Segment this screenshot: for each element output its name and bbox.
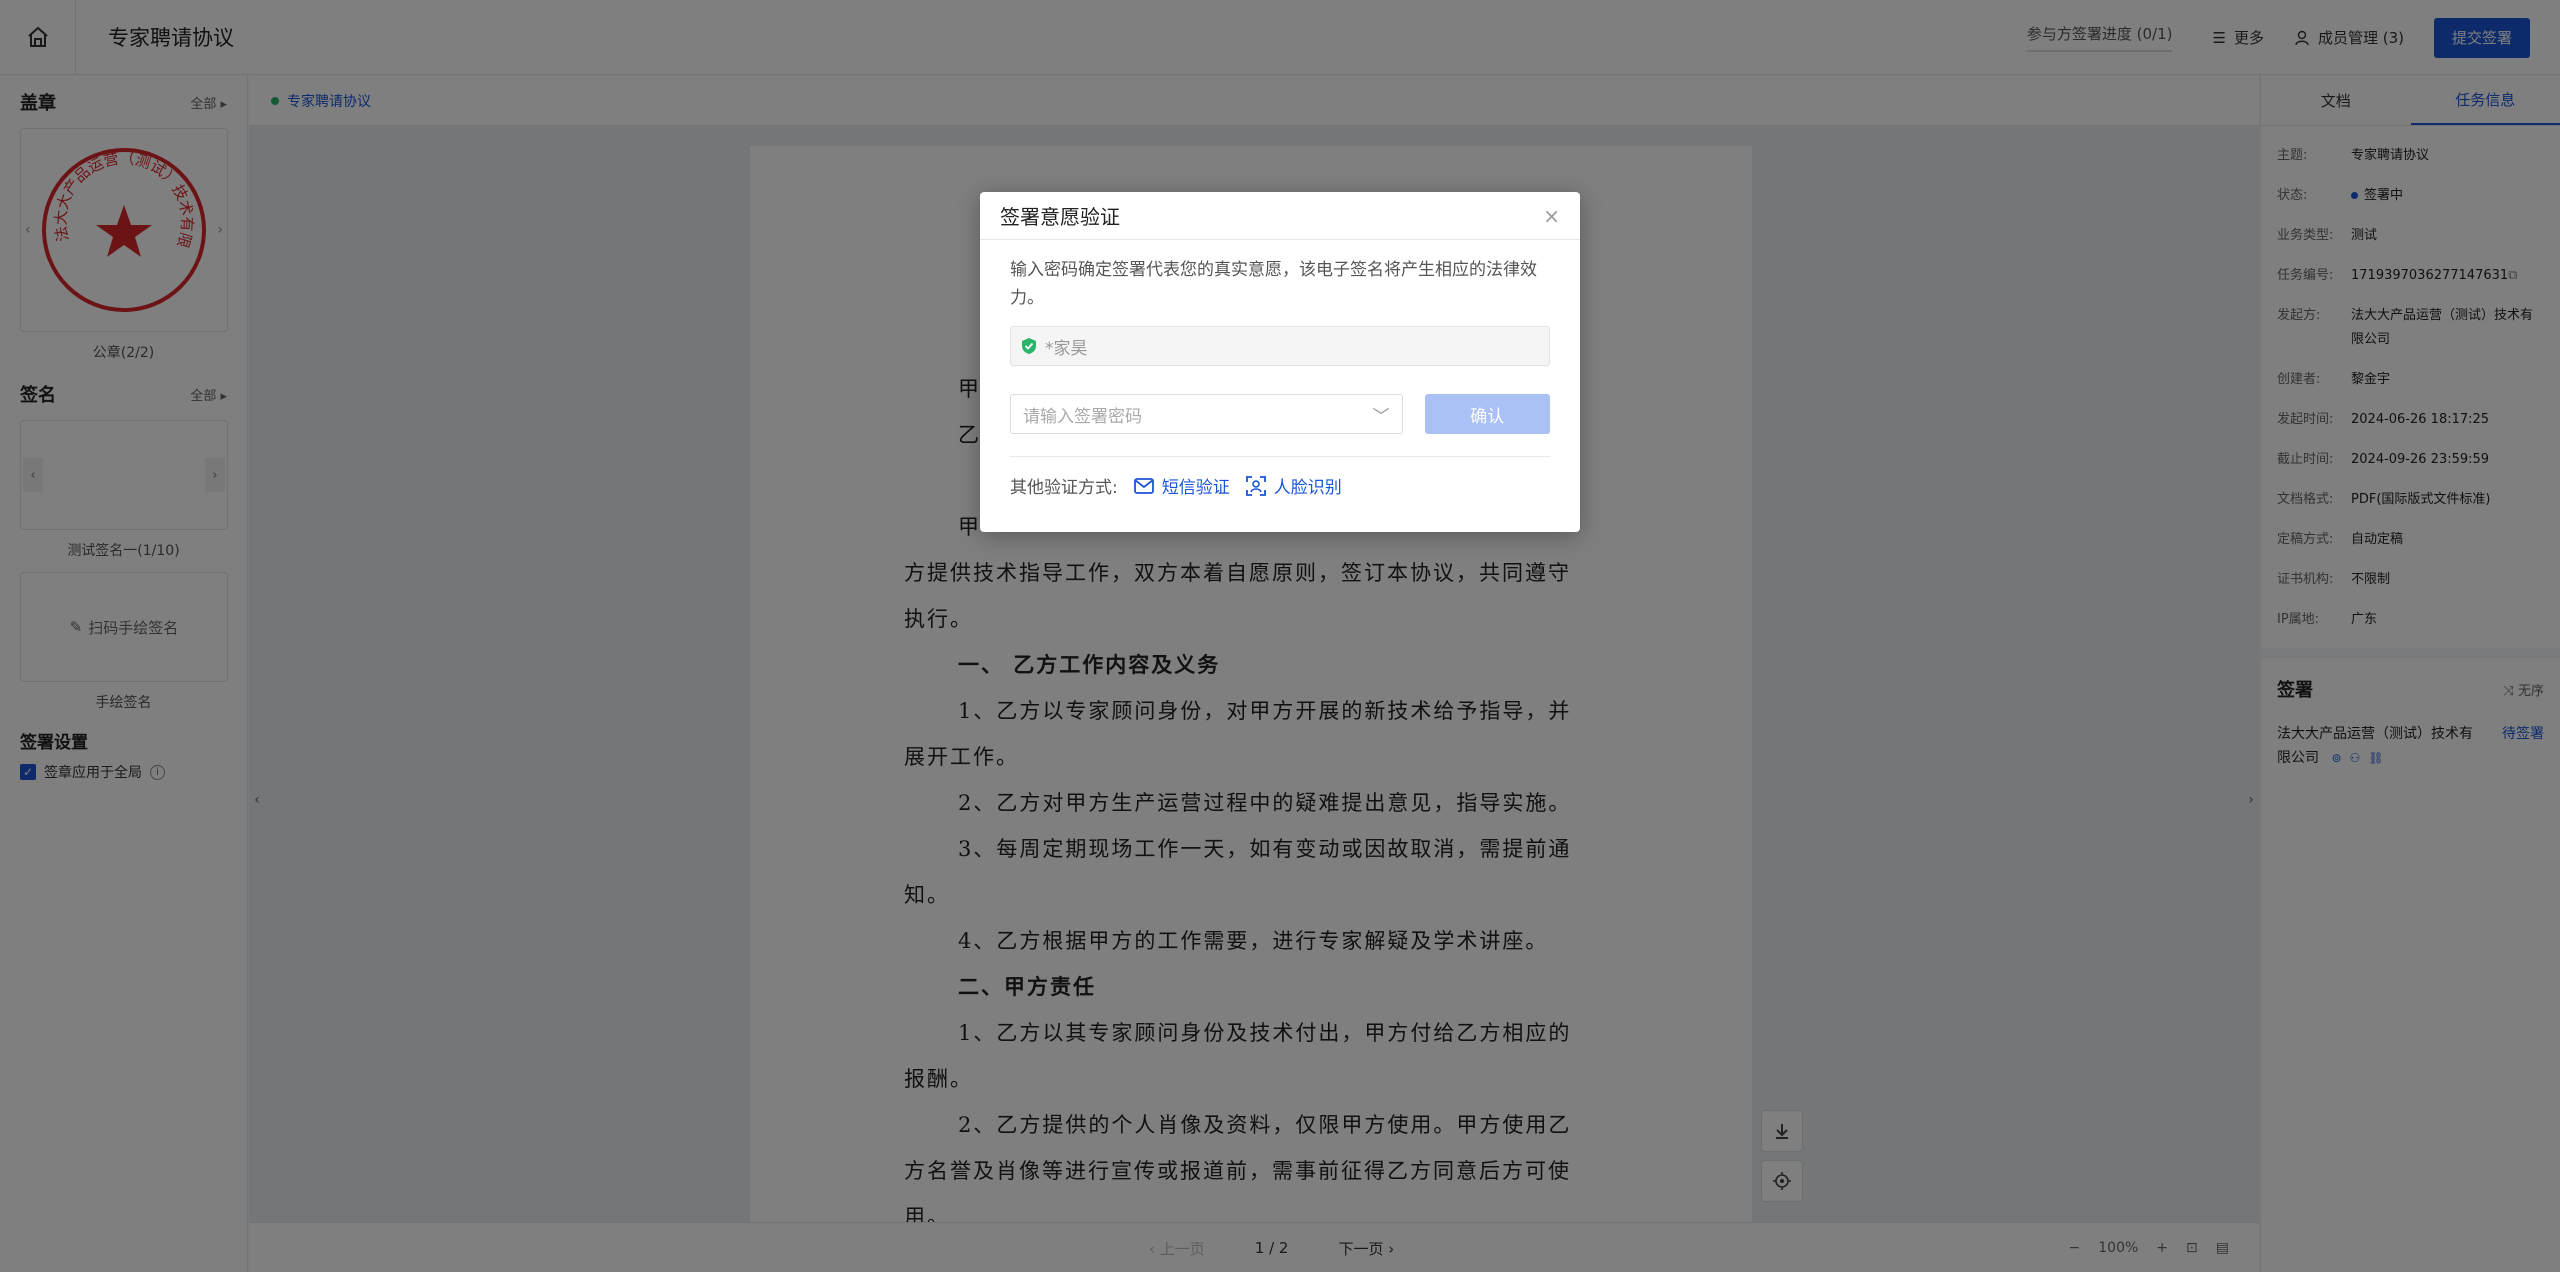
alt-verify-label: 其他验证方式:: [1010, 478, 1118, 498]
close-icon[interactable]: ×: [1543, 204, 1560, 228]
mail-icon: [1133, 477, 1154, 494]
dialog-divider: [1010, 456, 1550, 457]
confirm-button[interactable]: 确认: [1424, 394, 1550, 434]
face-scan-icon: [1245, 475, 1266, 496]
signer-name-value: *家昊: [1045, 338, 1088, 359]
password-placeholder: 请输入签署密码: [1023, 406, 1142, 427]
face-verify-link[interactable]: 人脸识别: [1245, 473, 1342, 498]
dialog-title: 签署意愿验证: [1000, 205, 1120, 229]
shield-check-icon: [1022, 338, 1036, 354]
modal-overlay: [0, 0, 2560, 1272]
chevron-down-icon[interactable]: ﹀: [1373, 402, 1390, 427]
sign-password-input[interactable]: 请输入签署密码 ﹀: [1010, 394, 1403, 434]
sms-verify-link[interactable]: 短信验证: [1133, 473, 1230, 498]
sign-intent-dialog: 签署意愿验证 × 输入密码确定签署代表您的真实意愿，该电子签名将产生相应的法律效…: [980, 192, 1580, 532]
dialog-description: 输入密码确定签署代表您的真实意愿，该电子签名将产生相应的法律效力。: [1010, 260, 1537, 308]
signer-name-field: *家昊: [1010, 326, 1550, 366]
